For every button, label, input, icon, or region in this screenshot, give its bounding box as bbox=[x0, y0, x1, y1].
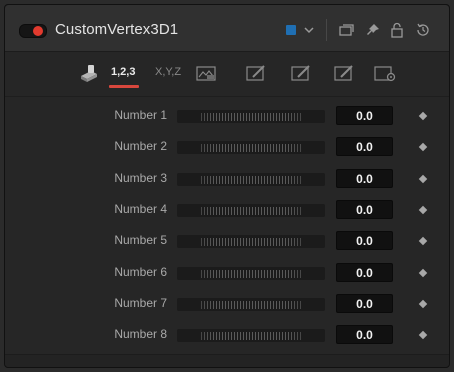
keyframe-diamond-icon[interactable] bbox=[418, 236, 428, 246]
number-control-row: Number 2 0.0 bbox=[5, 136, 451, 158]
inspector-tabs: 1,2,3 X,Y,Z bbox=[5, 52, 449, 97]
number-slider[interactable] bbox=[177, 235, 325, 248]
number-label: Number 1 bbox=[114, 108, 167, 122]
pin-icon[interactable] bbox=[365, 22, 381, 38]
number-value-field[interactable]: 0.0 bbox=[336, 169, 393, 188]
node-color-swatch[interactable] bbox=[286, 25, 296, 35]
number-control-row: Number 4 0.0 bbox=[5, 199, 451, 221]
number-control-row: Number 3 0.0 bbox=[5, 168, 451, 190]
number-value-field[interactable]: 0.0 bbox=[336, 137, 393, 156]
number-label: Number 2 bbox=[114, 139, 167, 153]
number-slider[interactable] bbox=[177, 141, 325, 154]
chevron-down-icon[interactable] bbox=[303, 22, 315, 38]
number-label: Number 5 bbox=[114, 233, 167, 247]
number-slider[interactable] bbox=[177, 204, 325, 217]
inspector-panel: CustomVertex3D1 1,2,3 X,Y,Z Number 1 0.0… bbox=[4, 4, 450, 368]
number-label: Number 6 bbox=[114, 265, 167, 279]
tab-numbers[interactable]: 1,2,3 bbox=[109, 60, 139, 86]
number-control-row: Number 7 0.0 bbox=[5, 293, 451, 315]
keyframe-diamond-icon[interactable] bbox=[418, 174, 428, 184]
node-enable-toggle[interactable] bbox=[19, 24, 47, 38]
number-control-row: Number 8 0.0 bbox=[5, 324, 451, 346]
tools-icon[interactable] bbox=[77, 60, 101, 86]
number-slider[interactable] bbox=[177, 267, 325, 280]
number-control-row: Number 1 0.0 bbox=[5, 105, 451, 127]
number-slider[interactable] bbox=[177, 173, 325, 186]
number-slider[interactable] bbox=[177, 110, 325, 123]
number-value-field[interactable]: 0.0 bbox=[336, 263, 393, 282]
number-label: Number 3 bbox=[114, 171, 167, 185]
keyframe-diamond-icon[interactable] bbox=[418, 268, 428, 278]
number-slider[interactable] bbox=[177, 329, 325, 342]
toggle-indicator bbox=[33, 26, 43, 36]
active-tab-indicator bbox=[109, 85, 139, 88]
number-value-field[interactable]: 0.0 bbox=[336, 294, 393, 313]
node-header: CustomVertex3D1 bbox=[5, 5, 449, 52]
tab-positions-label: X,Y,Z bbox=[155, 66, 182, 78]
node-title: CustomVertex3D1 bbox=[55, 21, 179, 38]
keyframe-diamond-icon[interactable] bbox=[418, 142, 428, 152]
lut-icon[interactable] bbox=[195, 60, 217, 86]
number-value-field[interactable]: 0.0 bbox=[336, 106, 393, 125]
keyframe-diamond-icon[interactable] bbox=[418, 111, 428, 121]
versions-icon[interactable] bbox=[338, 22, 354, 38]
keyframe-diamond-icon[interactable] bbox=[418, 205, 428, 215]
keyframe-diamond-icon[interactable] bbox=[418, 299, 428, 309]
tab-numbers-label: 1,2,3 bbox=[111, 66, 136, 78]
number-value-field[interactable]: 0.0 bbox=[336, 200, 393, 219]
number-slider[interactable] bbox=[177, 298, 325, 311]
number-value-field[interactable]: 0.0 bbox=[336, 325, 393, 344]
number-label: Number 7 bbox=[114, 296, 167, 310]
number-control-row: Number 6 0.0 bbox=[5, 262, 451, 284]
settings-icon[interactable] bbox=[373, 60, 397, 86]
keyframe-diamond-icon[interactable] bbox=[418, 330, 428, 340]
panel-footer bbox=[5, 354, 449, 367]
number-label: Number 4 bbox=[114, 202, 167, 216]
tab-positions[interactable]: X,Y,Z bbox=[153, 60, 185, 86]
number-label: Number 8 bbox=[114, 327, 167, 341]
header-divider bbox=[326, 19, 327, 41]
number-control-row: Number 5 0.0 bbox=[5, 230, 451, 252]
edit-icon[interactable] bbox=[245, 60, 267, 86]
edit-icon[interactable] bbox=[290, 60, 312, 86]
edit-icon[interactable] bbox=[333, 60, 355, 86]
number-value-field[interactable]: 0.0 bbox=[336, 231, 393, 250]
lock-icon[interactable] bbox=[390, 22, 404, 38]
reset-icon[interactable] bbox=[415, 22, 431, 38]
